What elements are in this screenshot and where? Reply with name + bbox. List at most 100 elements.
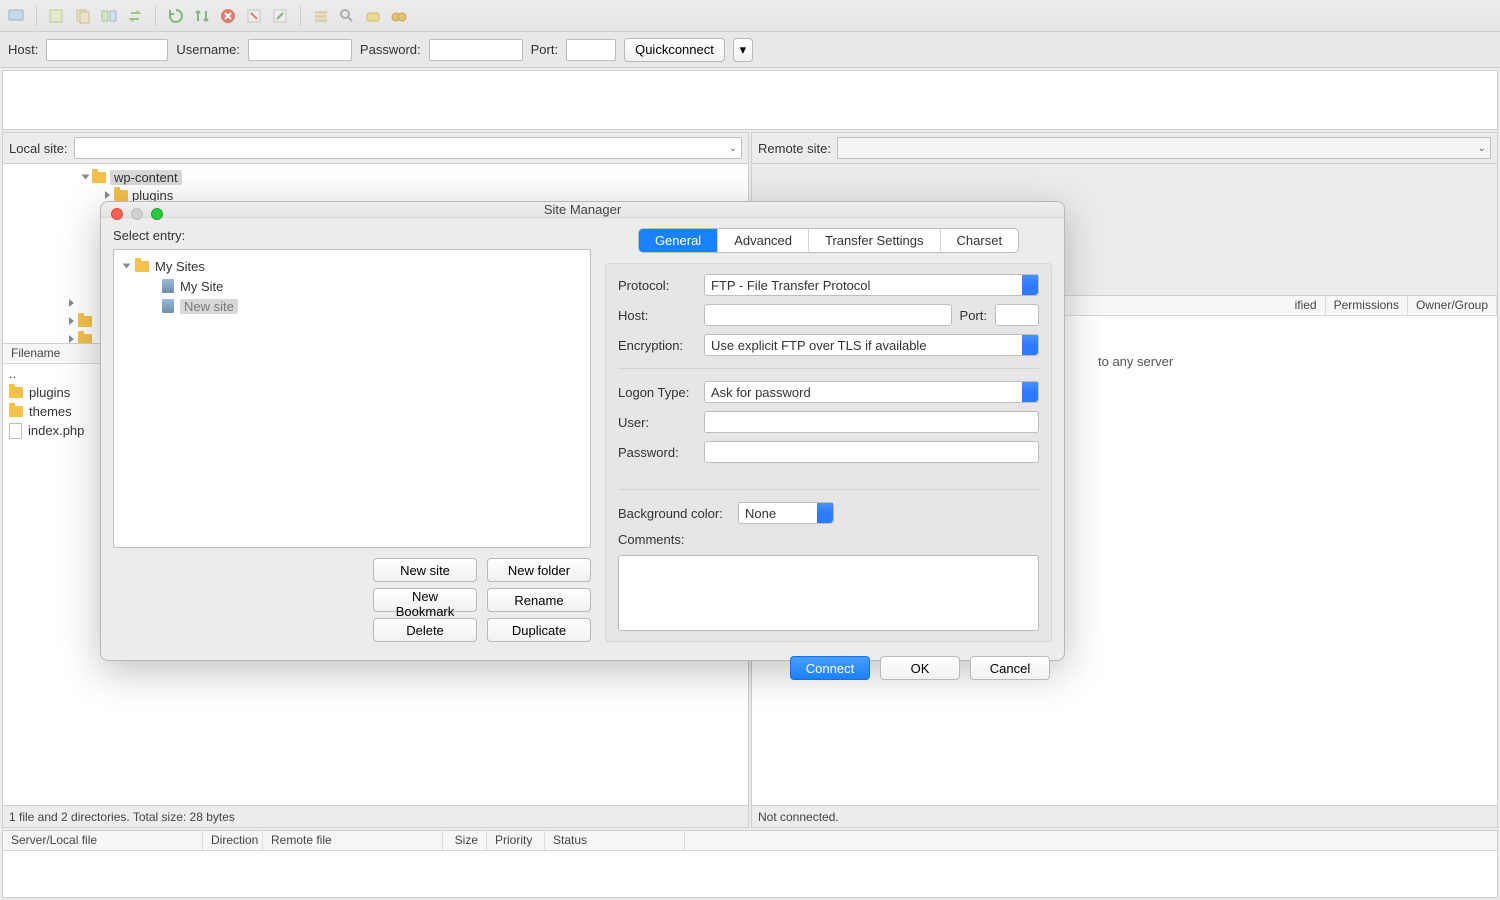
folder-icon bbox=[78, 316, 92, 327]
disclosure-icon[interactable] bbox=[69, 335, 74, 343]
cancel-button[interactable]: Cancel bbox=[970, 656, 1050, 680]
main-toolbar bbox=[0, 0, 1500, 32]
tab-transfer[interactable]: Transfer Settings bbox=[809, 229, 941, 252]
zoom-window-icon[interactable] bbox=[151, 208, 163, 220]
disclosure-icon[interactable] bbox=[123, 264, 131, 269]
disclosure-icon[interactable] bbox=[69, 299, 74, 307]
select-stepper-icon bbox=[817, 503, 833, 523]
dialog-titlebar[interactable]: Site Manager bbox=[101, 202, 1064, 218]
qc-host-input[interactable] bbox=[46, 39, 168, 61]
refresh-icon[interactable] bbox=[166, 6, 186, 26]
col-permissions[interactable]: Permissions bbox=[1326, 296, 1408, 315]
disclosure-icon[interactable] bbox=[69, 317, 74, 325]
new-site-button[interactable]: New site bbox=[373, 558, 477, 582]
tree-item-selected[interactable]: wp-content bbox=[110, 170, 182, 185]
bgcolor-label: Background color: bbox=[618, 506, 730, 521]
remote-site-combo[interactable]: ⌄ bbox=[837, 137, 1491, 159]
new-bookmark-button[interactable]: New Bookmark bbox=[373, 588, 477, 612]
compare-icon[interactable] bbox=[99, 6, 119, 26]
qc-port-input[interactable] bbox=[566, 39, 616, 61]
bgcolor-select[interactable]: None bbox=[738, 502, 834, 524]
col-modified[interactable]: ified bbox=[1287, 296, 1326, 315]
dialog-title: Site Manager bbox=[544, 202, 621, 217]
tab-charset[interactable]: Charset bbox=[941, 229, 1019, 252]
col-size[interactable]: Size bbox=[443, 831, 487, 850]
encryption-label: Encryption: bbox=[618, 338, 696, 353]
copy-icon[interactable] bbox=[73, 6, 93, 26]
protocol-select[interactable]: FTP - File Transfer Protocol bbox=[704, 274, 1039, 296]
folder-icon bbox=[135, 261, 149, 272]
logon-type-select[interactable]: Ask for password bbox=[704, 381, 1039, 403]
comments-textarea[interactable] bbox=[618, 555, 1039, 631]
process-queue-icon[interactable] bbox=[192, 6, 212, 26]
qc-password-label: Password: bbox=[360, 42, 421, 57]
host-input[interactable] bbox=[704, 304, 952, 326]
disconnect-icon[interactable] bbox=[244, 6, 264, 26]
rename-button[interactable]: Rename bbox=[487, 588, 591, 612]
close-window-icon[interactable] bbox=[111, 208, 123, 220]
host-label: Host: bbox=[618, 308, 696, 323]
quickconnect-button[interactable]: Quickconnect bbox=[624, 38, 725, 62]
settings-tabs: General Advanced Transfer Settings Chars… bbox=[638, 228, 1019, 253]
server-icon bbox=[162, 279, 174, 293]
search-icon[interactable] bbox=[363, 6, 383, 26]
cancel-icon[interactable] bbox=[218, 6, 238, 26]
tab-advanced[interactable]: Advanced bbox=[718, 229, 809, 252]
site-manager-icon[interactable] bbox=[6, 6, 26, 26]
col-status[interactable]: Status bbox=[545, 831, 685, 850]
col-priority[interactable]: Priority bbox=[487, 831, 545, 850]
qc-username-input[interactable] bbox=[248, 39, 352, 61]
folder-icon bbox=[9, 387, 23, 398]
tab-general[interactable]: General bbox=[639, 229, 718, 252]
port-input[interactable] bbox=[995, 304, 1039, 326]
disclosure-icon[interactable] bbox=[105, 191, 110, 199]
col-server[interactable]: Server/Local file bbox=[3, 831, 203, 850]
remote-empty-message: to any server bbox=[1092, 348, 1179, 375]
duplicate-button[interactable]: Duplicate bbox=[487, 618, 591, 642]
transfer-queue: Server/Local file Direction Remote file … bbox=[2, 830, 1498, 898]
col-remotefile[interactable]: Remote file bbox=[263, 831, 443, 850]
local-site-combo[interactable]: ⌄ bbox=[74, 137, 742, 159]
local-status: 1 file and 2 directories. Total size: 28… bbox=[3, 805, 748, 827]
server-icon bbox=[162, 299, 174, 313]
file-icon bbox=[9, 423, 22, 439]
select-entry-label: Select entry: bbox=[113, 228, 591, 243]
qc-port-label: Port: bbox=[531, 42, 558, 57]
remote-status: Not connected. bbox=[752, 805, 1497, 827]
general-form: Protocol: FTP - File Transfer Protocol H… bbox=[605, 263, 1052, 642]
site-entry-tree[interactable]: My Sites My Site New site bbox=[113, 249, 591, 548]
col-direction[interactable]: Direction bbox=[203, 831, 263, 850]
connect-button[interactable]: Connect bbox=[790, 656, 870, 680]
logon-type-label: Logon Type: bbox=[618, 385, 696, 400]
qc-password-input[interactable] bbox=[429, 39, 523, 61]
queue-headers[interactable]: Server/Local file Direction Remote file … bbox=[3, 831, 1497, 851]
ok-button[interactable]: OK bbox=[880, 656, 960, 680]
encryption-select[interactable]: Use explicit FTP over TLS if available bbox=[704, 334, 1039, 356]
new-tab-icon[interactable] bbox=[47, 6, 67, 26]
sync-arrows-icon[interactable] bbox=[125, 6, 145, 26]
filter-icon[interactable] bbox=[337, 6, 357, 26]
qc-username-label: Username: bbox=[176, 42, 240, 57]
message-log[interactable] bbox=[2, 70, 1498, 130]
col-owner[interactable]: Owner/Group bbox=[1408, 296, 1497, 315]
disclosure-icon[interactable] bbox=[82, 175, 90, 180]
site-entry[interactable]: My Site bbox=[180, 279, 223, 294]
binoculars-icon[interactable] bbox=[389, 6, 409, 26]
select-stepper-icon bbox=[1022, 275, 1038, 295]
new-folder-button[interactable]: New folder bbox=[487, 558, 591, 582]
quickconnect-bar: Host: Username: Password: Port: Quickcon… bbox=[0, 32, 1500, 68]
chevron-down-icon: ⌄ bbox=[1478, 143, 1486, 154]
queue-icon[interactable] bbox=[311, 6, 331, 26]
site-entry-selected[interactable]: New site bbox=[180, 299, 238, 314]
local-site-label: Local site: bbox=[9, 141, 68, 156]
queue-body[interactable] bbox=[3, 851, 1497, 897]
reconnect-icon[interactable] bbox=[270, 6, 290, 26]
quickconnect-history-button[interactable]: ▾ bbox=[733, 38, 753, 62]
password-input[interactable] bbox=[704, 441, 1039, 463]
delete-button[interactable]: Delete bbox=[373, 618, 477, 642]
user-label: User: bbox=[618, 415, 696, 430]
select-stepper-icon bbox=[1022, 335, 1038, 355]
tree-root[interactable]: My Sites bbox=[155, 259, 205, 274]
user-input[interactable] bbox=[704, 411, 1039, 433]
minimize-window-icon bbox=[131, 208, 143, 220]
